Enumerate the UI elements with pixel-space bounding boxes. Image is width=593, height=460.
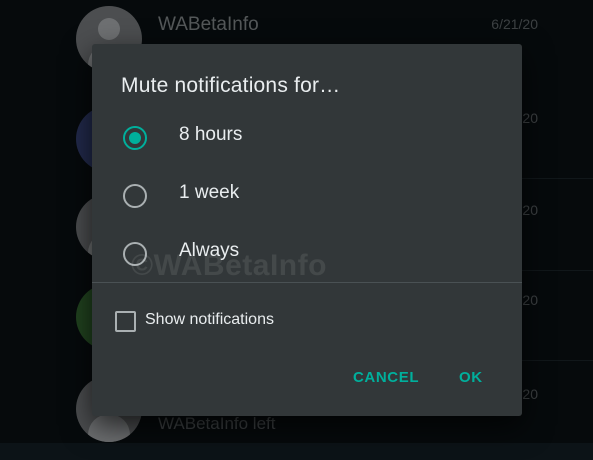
radio-selected-icon[interactable] — [123, 126, 147, 150]
radio-unselected-icon[interactable] — [123, 184, 147, 208]
checkbox-icon[interactable] — [115, 311, 136, 332]
show-notifications-checkbox-row[interactable]: Show notifications — [92, 306, 392, 338]
divider — [92, 282, 522, 283]
option-label: Always — [179, 240, 240, 261]
cancel-button[interactable]: CANCEL — [353, 369, 419, 386]
checkbox-label: Show notifications — [145, 311, 274, 328]
dialog-title: Mute notifications for… — [121, 74, 341, 97]
option-8-hours[interactable]: 8 hours — [92, 113, 522, 163]
radio-unselected-icon[interactable] — [123, 242, 147, 266]
mute-dialog: Mute notifications for… 8 hours 1 week A… — [92, 44, 522, 416]
ok-button[interactable]: OK — [459, 369, 483, 386]
option-1-week[interactable]: 1 week — [92, 171, 522, 221]
option-label: 8 hours — [179, 124, 243, 145]
option-label: 1 week — [179, 182, 240, 203]
option-always[interactable]: Always — [92, 229, 522, 279]
